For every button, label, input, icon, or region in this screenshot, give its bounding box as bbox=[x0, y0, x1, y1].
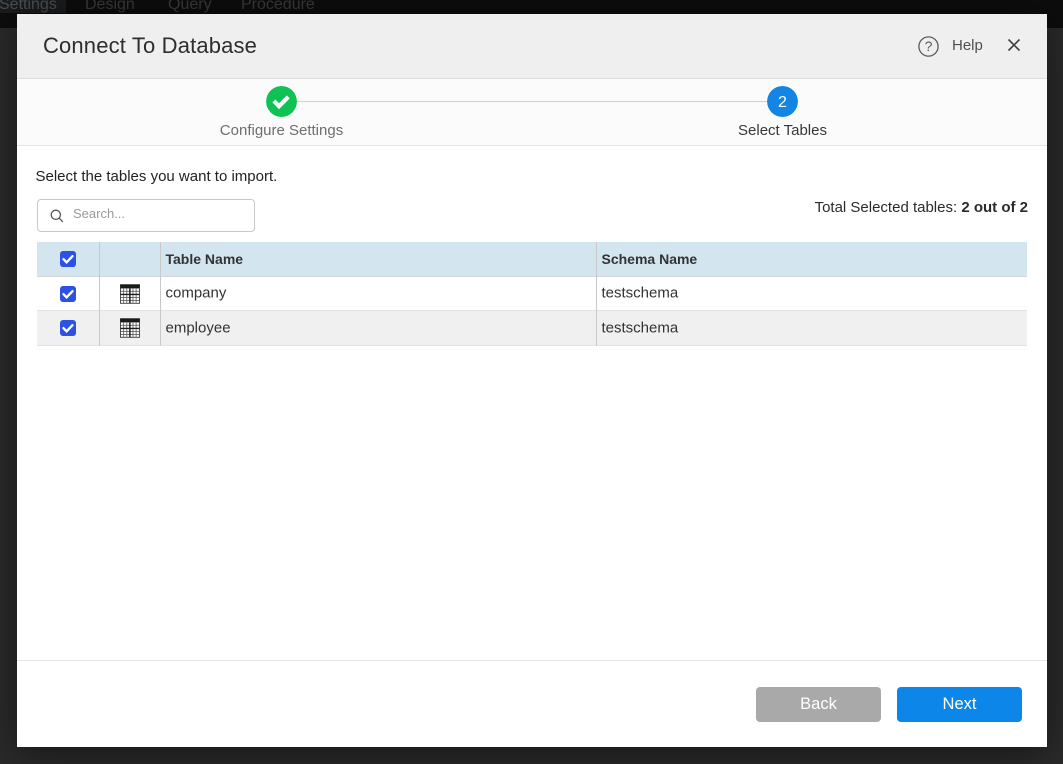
svg-text:2: 2 bbox=[778, 94, 787, 111]
svg-text:?: ? bbox=[925, 38, 933, 54]
